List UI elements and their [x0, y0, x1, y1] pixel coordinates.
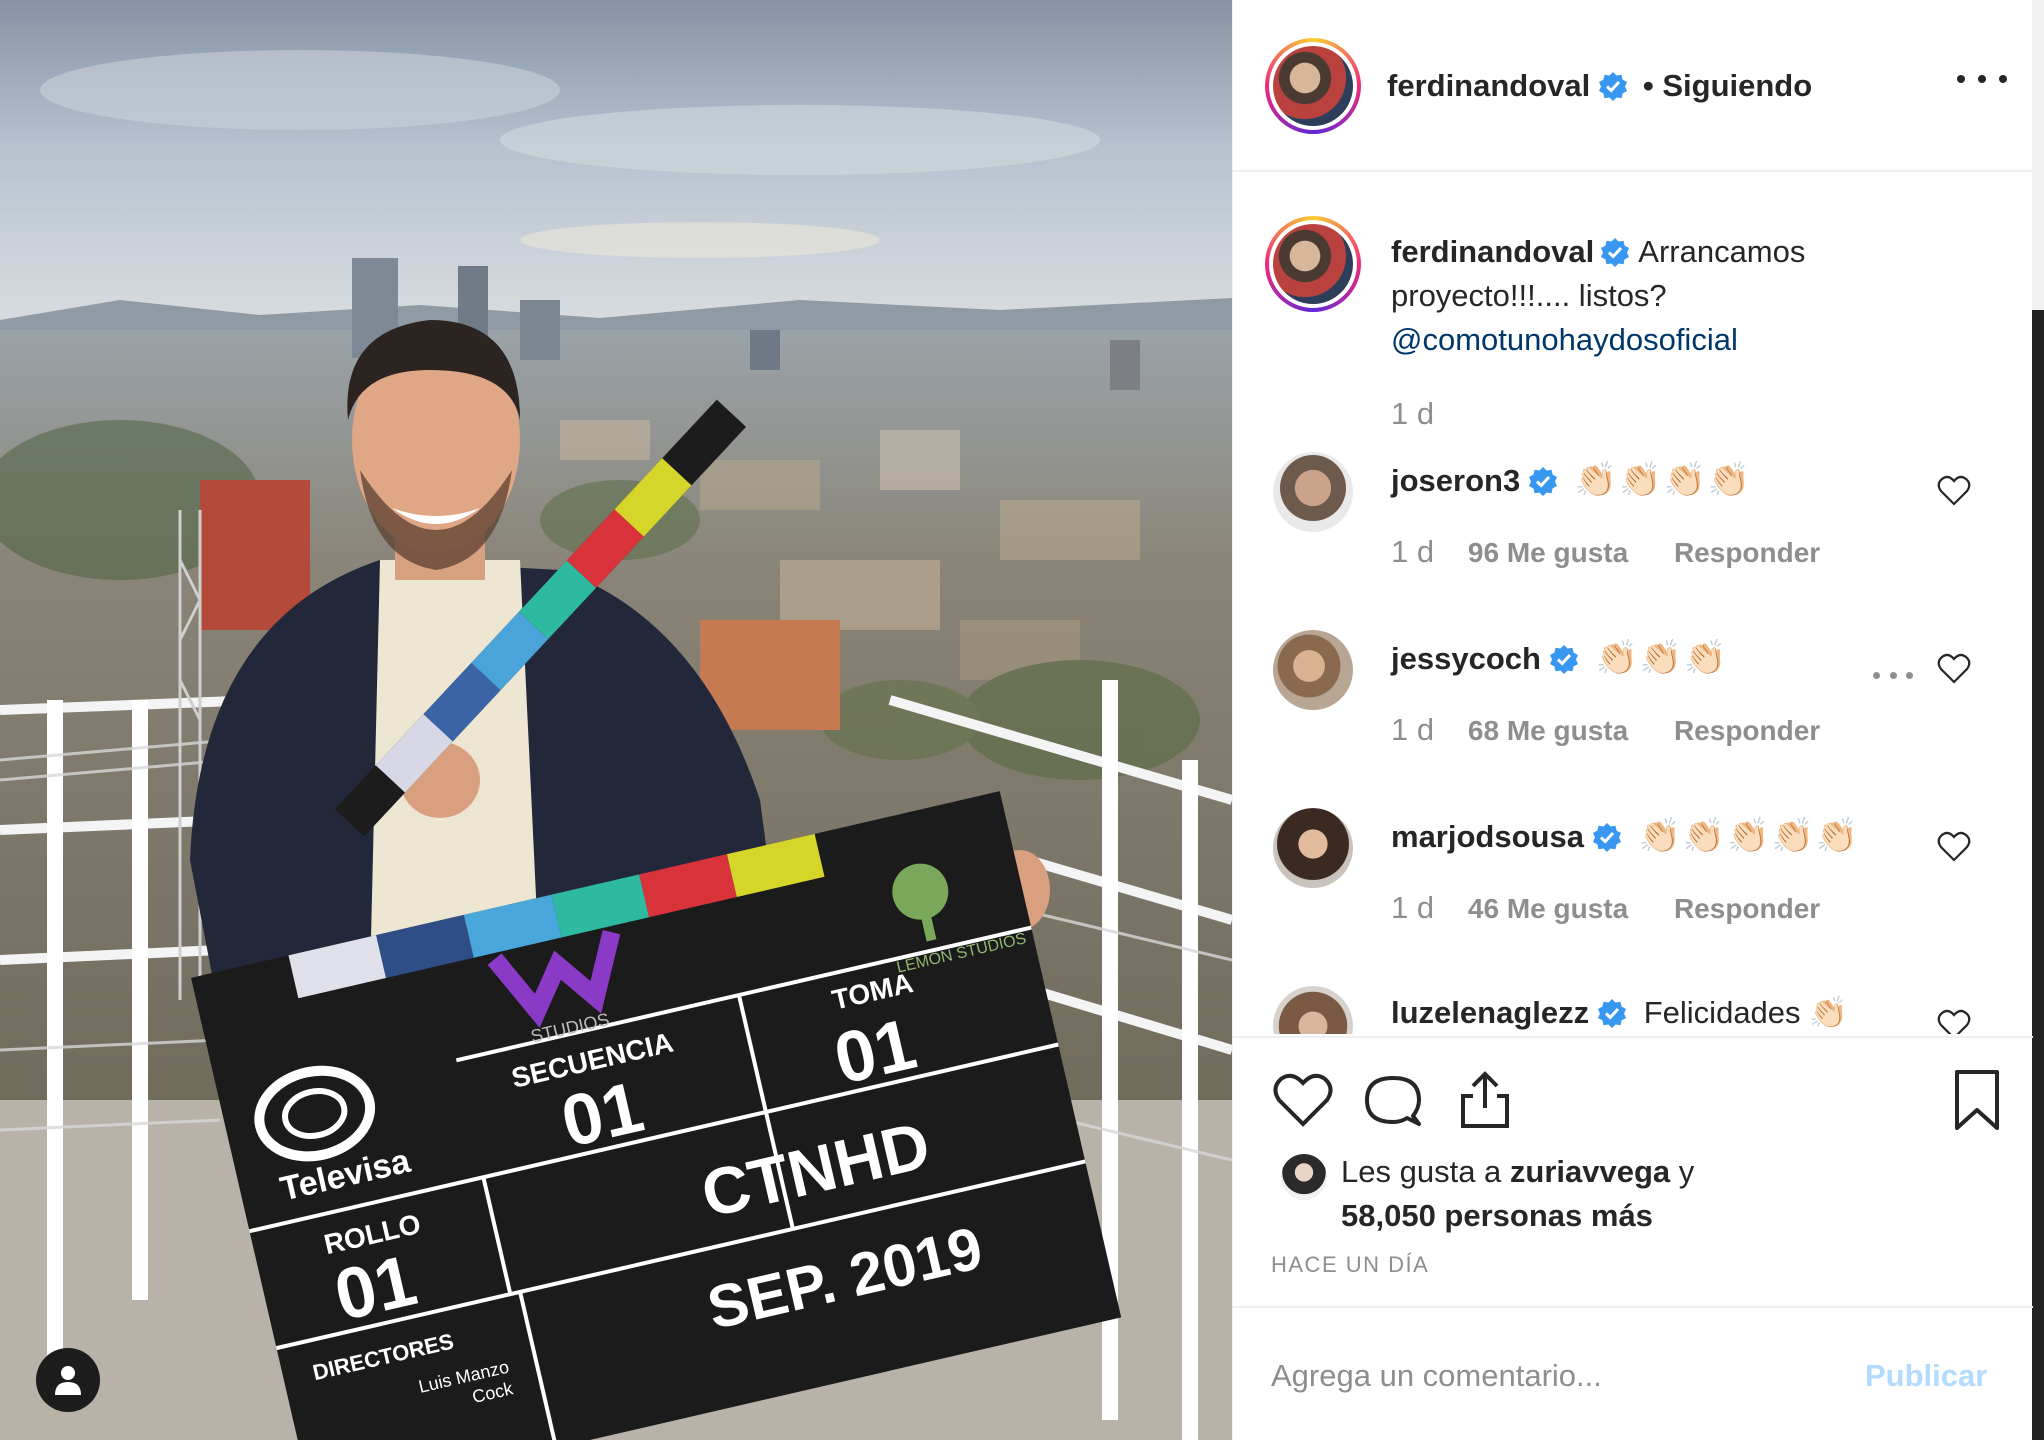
- post-timestamp[interactable]: HACE UN DÍA: [1271, 1252, 1429, 1278]
- more-dot-icon: [1957, 75, 1965, 83]
- save-bookmark-icon[interactable]: [1945, 1068, 2009, 1132]
- comment-options-button[interactable]: [1873, 672, 1913, 682]
- comment-text: 👏🏻👏🏻👏🏻: [1595, 639, 1729, 677]
- likes-connector: y: [1670, 1154, 1695, 1189]
- comment-item: luzelenaglezz Felicidades 👏🏻: [1233, 986, 2033, 1034]
- follow-status[interactable]: • Siguiendo: [1643, 68, 1812, 103]
- comment-time[interactable]: 1 d: [1391, 712, 1434, 747]
- comments-list[interactable]: ferdinandoval Arrancamos proyecto!!!.... …: [1233, 174, 2033, 1034]
- like-comment-heart-icon[interactable]: [1937, 474, 1971, 508]
- commenter-avatar[interactable]: [1273, 986, 1353, 1034]
- commenter-username[interactable]: joseron3: [1391, 463, 1520, 498]
- publish-button[interactable]: Publicar: [1865, 1358, 1987, 1394]
- post-actions: Les gusta a zuriavvega y 58,050 personas…: [1233, 1036, 2033, 1306]
- post-details-panel: ferdinandoval • Siguiendo ferdinandoval A…: [1232, 0, 2033, 1440]
- comment-bubble-icon[interactable]: [1361, 1068, 1425, 1132]
- verified-badge-icon: [1601, 238, 1630, 267]
- like-comment-heart-icon[interactable]: [1937, 830, 1971, 864]
- comment-text: Felicidades 👏🏻: [1643, 995, 1848, 1030]
- adjacent-page-edge: [2032, 0, 2044, 1440]
- caption-username[interactable]: ferdinandoval: [1391, 234, 1594, 269]
- more-options-button[interactable]: [1957, 64, 2007, 94]
- commenter-avatar[interactable]: [1273, 808, 1353, 888]
- verified-badge-icon: [1549, 645, 1578, 674]
- comment-input[interactable]: Agrega un comentario...: [1271, 1358, 1602, 1394]
- liker-avatar[interactable]: [1281, 1154, 1327, 1200]
- comment-likes[interactable]: 68 Me gusta: [1468, 715, 1628, 746]
- post-header: ferdinandoval • Siguiendo: [1233, 0, 2033, 172]
- commenter-avatar[interactable]: [1273, 452, 1353, 532]
- comment-likes[interactable]: 46 Me gusta: [1468, 893, 1628, 924]
- likes-count-button[interactable]: 58,050 personas más: [1341, 1198, 1653, 1233]
- like-comment-heart-icon[interactable]: [1937, 1008, 1971, 1034]
- comment-item: jessycoch 👏🏻👏🏻👏🏻 1 d 68 Me gusta Respond…: [1233, 630, 2033, 790]
- person-icon: [55, 1366, 81, 1395]
- verified-badge-icon: [1529, 467, 1558, 496]
- verified-badge-icon: [1598, 999, 1627, 1028]
- share-icon[interactable]: [1453, 1068, 1517, 1132]
- post-photo[interactable]: Televisa STUDIOS LEMON STUDIOS ROLLO 01 …: [0, 0, 1232, 1440]
- tagged-users-button[interactable]: [36, 1348, 100, 1412]
- like-heart-icon[interactable]: [1271, 1068, 1335, 1132]
- commenter-username[interactable]: luzelenaglezz: [1391, 995, 1589, 1030]
- verified-badge-icon: [1592, 823, 1621, 852]
- reply-button[interactable]: Responder: [1674, 537, 1820, 568]
- caption-mention-link[interactable]: @comotunohaydosoficial: [1391, 322, 1738, 357]
- likes-prefix: Les gusta a: [1341, 1154, 1510, 1189]
- more-dot-icon: [1873, 672, 1880, 679]
- reply-button[interactable]: Responder: [1674, 893, 1820, 924]
- commenter-avatar[interactable]: [1273, 630, 1353, 710]
- comment-time[interactable]: 1 d: [1391, 534, 1434, 569]
- author-avatar[interactable]: [1265, 38, 1361, 134]
- add-comment-bar: Agrega un comentario... Publicar: [1233, 1306, 2033, 1440]
- comment-item: marjodsousa 👏🏻👏🏻👏🏻👏🏻👏🏻 1 d 46 Me gusta R…: [1233, 808, 2033, 968]
- comment-text: 👏🏻👏🏻👏🏻👏🏻: [1574, 461, 1753, 499]
- author-username[interactable]: ferdinandoval: [1387, 68, 1590, 103]
- comment-item: joseron3 👏🏻👏🏻👏🏻👏🏻 1 d 96 Me gusta Respon…: [1233, 452, 2033, 612]
- comment-time[interactable]: 1 d: [1391, 890, 1434, 925]
- verified-badge-icon: [1599, 72, 1628, 101]
- commenter-username[interactable]: jessycoch: [1391, 641, 1541, 676]
- liker-username[interactable]: zuriavvega: [1510, 1154, 1670, 1189]
- like-comment-heart-icon[interactable]: [1937, 652, 1971, 686]
- comment-likes[interactable]: 96 Me gusta: [1468, 537, 1628, 568]
- commenter-username[interactable]: marjodsousa: [1391, 819, 1584, 854]
- caption-avatar[interactable]: [1265, 216, 1361, 312]
- comment-text: 👏🏻👏🏻👏🏻👏🏻👏🏻: [1638, 817, 1861, 855]
- caption-time[interactable]: 1 d: [1391, 396, 1434, 432]
- reply-button[interactable]: Responder: [1674, 715, 1820, 746]
